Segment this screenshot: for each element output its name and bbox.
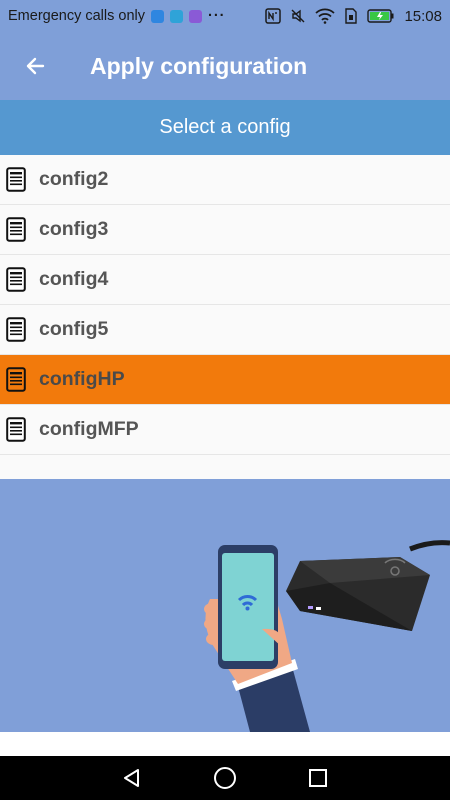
document-icon (6, 167, 26, 192)
config-label: configHP (39, 368, 125, 390)
bottom-spacer (0, 732, 450, 756)
document-icon (6, 267, 26, 292)
status-time: 15:08 (404, 7, 442, 25)
document-icon (6, 417, 26, 442)
config-label: config2 (39, 168, 109, 190)
config-label: configMFP (39, 418, 139, 440)
list-item[interactable]: config5 (0, 305, 450, 355)
system-nav-bar (0, 756, 450, 800)
document-icon (6, 367, 26, 392)
nav-home-button[interactable] (205, 758, 245, 798)
nav-recents-button[interactable] (298, 758, 338, 798)
document-icon (6, 317, 26, 342)
config-label: config4 (39, 268, 109, 290)
back-triangle-icon (123, 769, 139, 787)
list-item[interactable]: config2 (0, 155, 450, 205)
wifi-icon (315, 8, 336, 24)
photo-app-icon (189, 9, 202, 23)
app-bar: Apply configuration (0, 32, 450, 100)
status-left: Emergency calls only ··· (8, 8, 226, 24)
home-circle-icon (213, 767, 236, 789)
page-title: Apply configuration (90, 52, 308, 79)
list-item[interactable]: config3 (0, 205, 450, 255)
list-item-selected[interactable]: configHP (0, 355, 450, 405)
config-list: config2 config3 config4 config5 configHP… (0, 155, 450, 479)
recents-square-icon (309, 769, 328, 787)
list-item[interactable]: config4 (0, 255, 450, 305)
gallery-app-icon (170, 9, 183, 23)
phone-tap-reader-illustration (0, 479, 450, 732)
reader-device-icon (286, 540, 450, 631)
arrow-left-icon (26, 57, 45, 75)
status-bar: Emergency calls only ··· 15:08 (0, 0, 450, 32)
section-header: Select a config (0, 100, 450, 155)
sim-icon (345, 8, 358, 24)
illustration-art (204, 540, 450, 732)
nfc-icon (265, 8, 282, 24)
config-label: config5 (39, 318, 109, 340)
phone-icon (218, 545, 278, 669)
list-item[interactable]: configMFP (0, 405, 450, 455)
carrier-text: Emergency calls only (8, 8, 145, 24)
mute-icon (291, 9, 305, 23)
more-dots-icon: ··· (208, 8, 226, 24)
config-label: config3 (39, 218, 109, 240)
status-right: 15:08 (265, 8, 442, 25)
shield-app-icon (151, 9, 164, 23)
document-icon (6, 217, 26, 242)
battery-charging-icon (367, 9, 394, 23)
nav-back-button[interactable] (112, 758, 152, 798)
back-button[interactable] (0, 32, 70, 100)
